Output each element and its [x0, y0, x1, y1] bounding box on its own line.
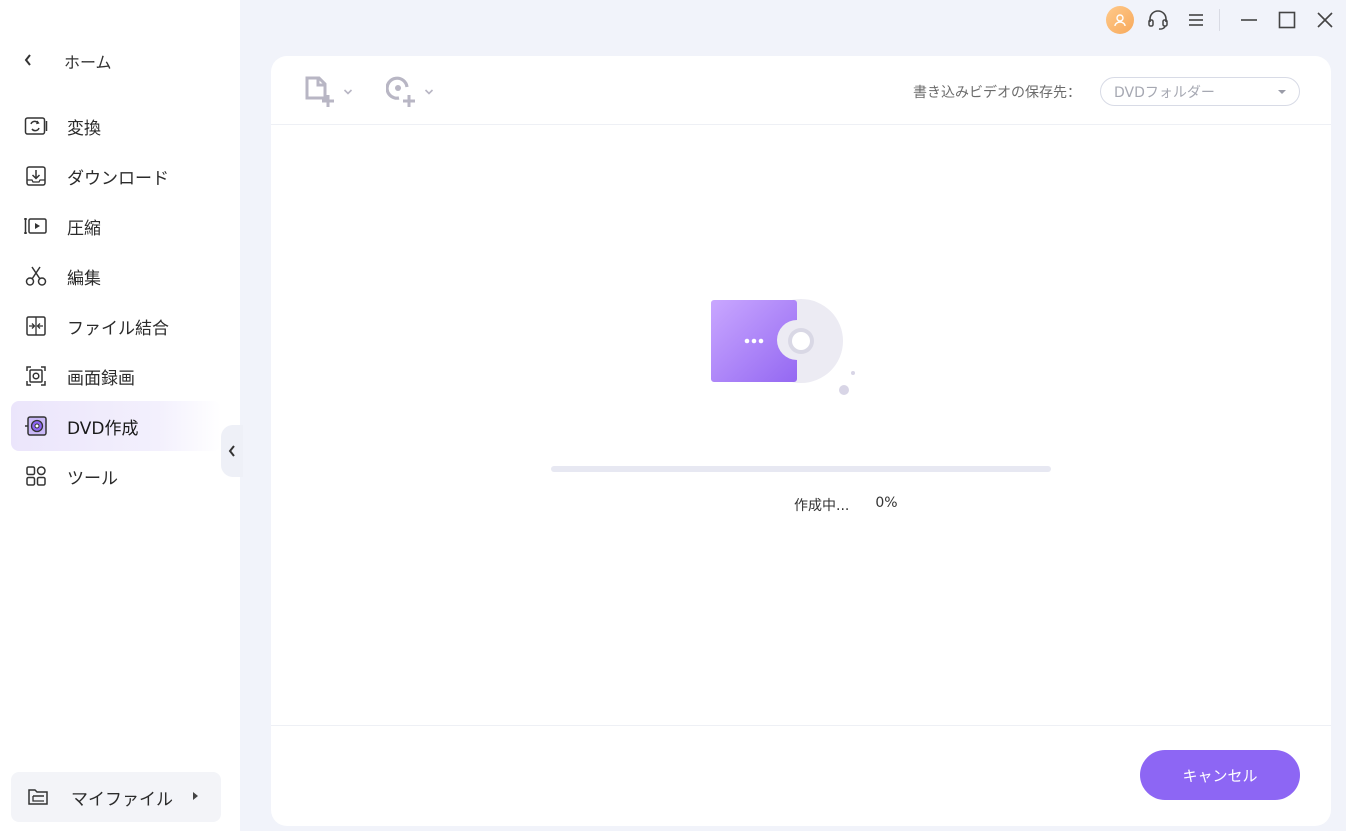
sidebar-item-dvd-create[interactable]: DVD作成 — [11, 401, 221, 451]
add-disc-button[interactable] — [386, 76, 434, 108]
main-panel: 書き込みビデオの保存先： DVDフォルダー 作成中... 0% キャンセル — [271, 56, 1331, 826]
progress-status: 作成中... 0% — [794, 495, 898, 515]
my-files-button[interactable]: マイファイル — [11, 772, 221, 822]
close-button[interactable] — [1306, 0, 1344, 40]
download-icon — [24, 164, 48, 188]
scissors-icon — [24, 264, 48, 288]
chevron-down-icon — [1278, 89, 1286, 94]
toolbox-icon — [24, 464, 48, 488]
maximize-icon — [1278, 11, 1296, 29]
sidebar-item-edit[interactable]: 編集 — [11, 251, 221, 301]
support-button[interactable] — [1139, 0, 1177, 40]
user-avatar-icon — [1106, 6, 1134, 34]
dvd-burning-illustration — [706, 296, 896, 406]
footer-divider — [271, 725, 1331, 726]
add-disc-icon — [386, 76, 415, 107]
sidebar-item-label: ツール — [67, 468, 118, 489]
maximize-button[interactable] — [1268, 0, 1306, 40]
sidebar-item-label: 変換 — [67, 118, 101, 139]
add-file-icon — [305, 76, 334, 107]
title-bar — [1101, 0, 1346, 40]
output-destination-dropdown[interactable]: DVDフォルダー — [1100, 77, 1300, 106]
chevron-down-icon — [424, 89, 434, 95]
home-label: ホーム — [64, 53, 112, 72]
sidebar-item-screen-record[interactable]: 画面録画 — [11, 351, 221, 401]
chevron-right-icon — [192, 791, 199, 804]
progress-percent: 0% — [875, 495, 898, 511]
sidebar-item-tools[interactable]: ツール — [11, 451, 221, 501]
screen-record-icon — [24, 364, 48, 388]
home-button[interactable]: ホーム — [24, 48, 112, 74]
chevron-down-icon — [343, 89, 353, 95]
my-files-label: マイファイル — [71, 789, 173, 810]
output-destination-label: 書き込みビデオの保存先： — [913, 85, 1081, 101]
dvd-icon — [24, 414, 48, 438]
sidebar-item-label: 画面録画 — [67, 368, 135, 389]
sidebar-item-label: 編集 — [67, 268, 101, 289]
chevron-left-icon — [228, 445, 235, 457]
sidebar-item-label: ダウンロード — [67, 168, 169, 189]
sidebar-nav: 変換 ダウンロード 圧縮 編集 ファイル結合 画面録画 DVD作成 ツール — [11, 101, 221, 501]
chevron-left-icon — [24, 53, 34, 69]
menu-button[interactable] — [1177, 0, 1215, 40]
progress-status-text: 作成中... — [794, 498, 850, 514]
add-file-button[interactable] — [305, 76, 353, 108]
sidebar-item-download[interactable]: ダウンロード — [11, 151, 221, 201]
minimize-icon — [1241, 19, 1257, 21]
burn-progress-bar — [551, 466, 1051, 472]
output-destination-value: DVDフォルダー — [1114, 84, 1215, 101]
sidebar-item-compress[interactable]: 圧縮 — [11, 201, 221, 251]
cancel-button[interactable]: キャンセル — [1140, 750, 1300, 800]
sidebar-item-label: ファイル結合 — [67, 318, 169, 339]
sidebar-item-convert[interactable]: 変換 — [11, 101, 221, 151]
sidebar-collapse-button[interactable] — [221, 425, 243, 477]
compress-icon — [24, 214, 48, 238]
hamburger-menu-icon — [1189, 14, 1203, 26]
account-button[interactable] — [1101, 0, 1139, 40]
title-bar-divider — [1219, 9, 1220, 31]
headset-icon — [1148, 10, 1168, 30]
toolbar: 書き込みビデオの保存先： DVDフォルダー — [271, 56, 1331, 125]
folder-icon — [27, 786, 49, 808]
sidebar-item-label: DVD作成 — [67, 418, 139, 439]
minimize-button[interactable] — [1230, 0, 1268, 40]
convert-icon — [24, 114, 48, 138]
close-icon — [1317, 12, 1333, 28]
sidebar: ホーム 変換 ダウンロード 圧縮 編集 ファイル結合 画面録画 DVD作成 ツー… — [0, 0, 240, 831]
sidebar-item-merge[interactable]: ファイル結合 — [11, 301, 221, 351]
sidebar-item-label: 圧縮 — [67, 218, 101, 239]
merge-icon — [24, 314, 48, 338]
